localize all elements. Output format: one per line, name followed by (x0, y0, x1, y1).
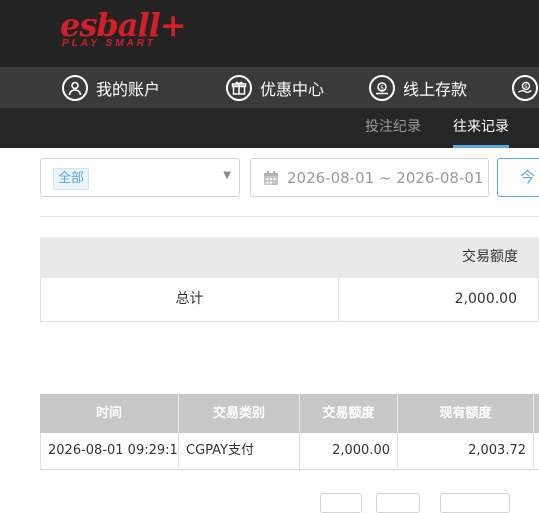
pagination-next-button[interactable] (440, 493, 510, 513)
nav-item-label: 我的账户 (96, 79, 161, 99)
date-range-picker[interactable]: 2026-08-01 ~ 2026-08-01 (250, 158, 489, 197)
pagination-prev-button[interactable] (320, 493, 362, 513)
nav-item-label: 优惠中心 (260, 79, 325, 99)
summary-total-label: 总计 (41, 278, 339, 321)
column-header-type: 交易类别 (179, 394, 300, 433)
top-header: esball+ PLAY SMART (0, 0, 539, 67)
summary-header-amount: 交易额度 (462, 249, 518, 265)
svg-text:$: $ (380, 84, 384, 91)
records-header: 时间 交易类别 交易额度 现有额度 (40, 394, 539, 433)
calendar-icon (264, 170, 278, 185)
money-hand-icon: $ (512, 74, 538, 101)
svg-text:$: $ (524, 84, 528, 90)
cell-balance: 2,003.72 (398, 433, 534, 469)
sub-nav: 投注纪录 往来记录 (0, 108, 539, 148)
column-header-time: 时间 (40, 394, 179, 433)
today-button[interactable]: 今 (497, 158, 539, 197)
column-header-balance: 现有额度 (398, 394, 534, 433)
chevron-down-icon: ▼ (223, 170, 231, 181)
table-row: 2026-08-01 09:29:10 CGPAY支付 2,000.00 2,0… (40, 433, 539, 470)
cell-type: CGPAY支付 (179, 433, 300, 469)
summary-header: 交易额度 (40, 237, 539, 278)
user-icon (62, 74, 88, 101)
category-select[interactable]: 全部 ▼ (40, 158, 240, 197)
divider (40, 216, 539, 217)
tab-betting-records[interactable]: 投注纪录 (365, 108, 421, 148)
nav-item-promotions[interactable]: 优惠中心 (226, 67, 324, 108)
summary-total-value: 2,000.00 (454, 291, 517, 307)
category-selected-tag: 全部 (53, 168, 90, 190)
nav-item-withdraw[interactable]: $ (512, 67, 539, 108)
column-header-amount: 交易额度 (300, 394, 398, 433)
main-nav: 我的账户 优惠中心 $ 线上存款 $ (0, 67, 539, 108)
cell-time: 2026-08-01 09:29:10 (41, 433, 179, 469)
deposit-icon: $ (369, 74, 395, 101)
nav-item-online-deposit[interactable]: $ 线上存款 (369, 67, 467, 108)
summary-row: 总计 2,000.00 (40, 278, 539, 322)
date-range-value: 2026-08-01 ~ 2026-08-01 (287, 168, 484, 187)
nav-item-my-account[interactable]: 我的账户 (62, 67, 160, 108)
brand-logo[interactable]: esball+ PLAY SMART (60, 6, 187, 49)
nav-item-label: 线上存款 (403, 79, 468, 99)
cell-amount: 2,000.00 (300, 433, 398, 469)
tab-transaction-records[interactable]: 往来记录 (453, 108, 509, 148)
gift-icon (226, 74, 252, 101)
pagination-page-button[interactable] (376, 493, 420, 513)
